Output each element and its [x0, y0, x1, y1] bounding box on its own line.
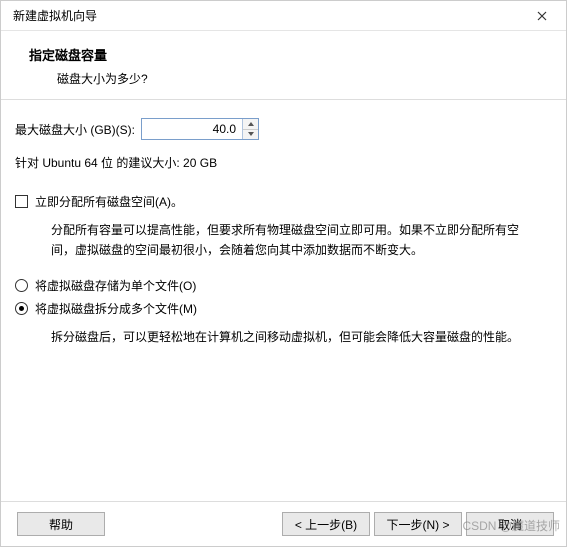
radio-icon-selected — [15, 302, 28, 315]
window-title: 新建虚拟机向导 — [13, 7, 97, 24]
disk-size-spinner[interactable] — [141, 118, 259, 140]
footer-bar: 帮助 < 上一步(B) 下一步(N) > 取消 — [1, 501, 566, 546]
chevron-up-icon — [248, 122, 254, 126]
cancel-button[interactable]: 取消 — [466, 512, 554, 536]
disk-size-input[interactable] — [142, 119, 242, 139]
spinner-buttons — [242, 119, 258, 139]
recommended-size: 针对 Ubuntu 64 位 的建议大小: 20 GB — [15, 154, 552, 171]
spinner-up[interactable] — [243, 119, 258, 130]
disk-size-row: 最大磁盘大小 (GB)(S): — [15, 118, 552, 140]
allocate-now-checkbox[interactable]: 立即分配所有磁盘空间(A)。 — [15, 193, 552, 210]
header-subtitle: 磁盘大小为多少? — [29, 70, 538, 87]
help-button[interactable]: 帮助 — [17, 512, 105, 536]
chevron-down-icon — [248, 132, 254, 136]
checkbox-icon — [15, 195, 28, 208]
close-button[interactable] — [528, 5, 556, 27]
wizard-header: 指定磁盘容量 磁盘大小为多少? — [1, 31, 566, 99]
spinner-down[interactable] — [243, 130, 258, 140]
store-single-label: 将虚拟磁盘存储为单个文件(O) — [35, 277, 196, 294]
header-title: 指定磁盘容量 — [29, 45, 538, 64]
split-multiple-label: 将虚拟磁盘拆分成多个文件(M) — [35, 300, 197, 317]
allocate-now-label: 立即分配所有磁盘空间(A)。 — [35, 193, 183, 210]
titlebar: 新建虚拟机向导 — [1, 1, 566, 31]
next-button[interactable]: 下一步(N) > — [374, 512, 462, 536]
allocate-now-desc: 分配所有容量可以提高性能，但要求所有物理磁盘空间立即可用。如果不立即分配所有空间… — [15, 216, 552, 277]
close-icon — [537, 11, 547, 21]
split-multiple-files-radio[interactable]: 将虚拟磁盘拆分成多个文件(M) — [15, 300, 552, 317]
back-button[interactable]: < 上一步(B) — [282, 512, 370, 536]
disk-size-label: 最大磁盘大小 (GB)(S): — [15, 121, 135, 138]
store-single-file-radio[interactable]: 将虚拟磁盘存储为单个文件(O) — [15, 277, 552, 294]
split-multiple-desc: 拆分磁盘后，可以更轻松地在计算机之间移动虚拟机，但可能会降低大容量磁盘的性能。 — [15, 323, 552, 363]
content-area: 最大磁盘大小 (GB)(S): 针对 Ubuntu 64 位 的建议大小: 20… — [1, 100, 566, 373]
radio-icon — [15, 279, 28, 292]
